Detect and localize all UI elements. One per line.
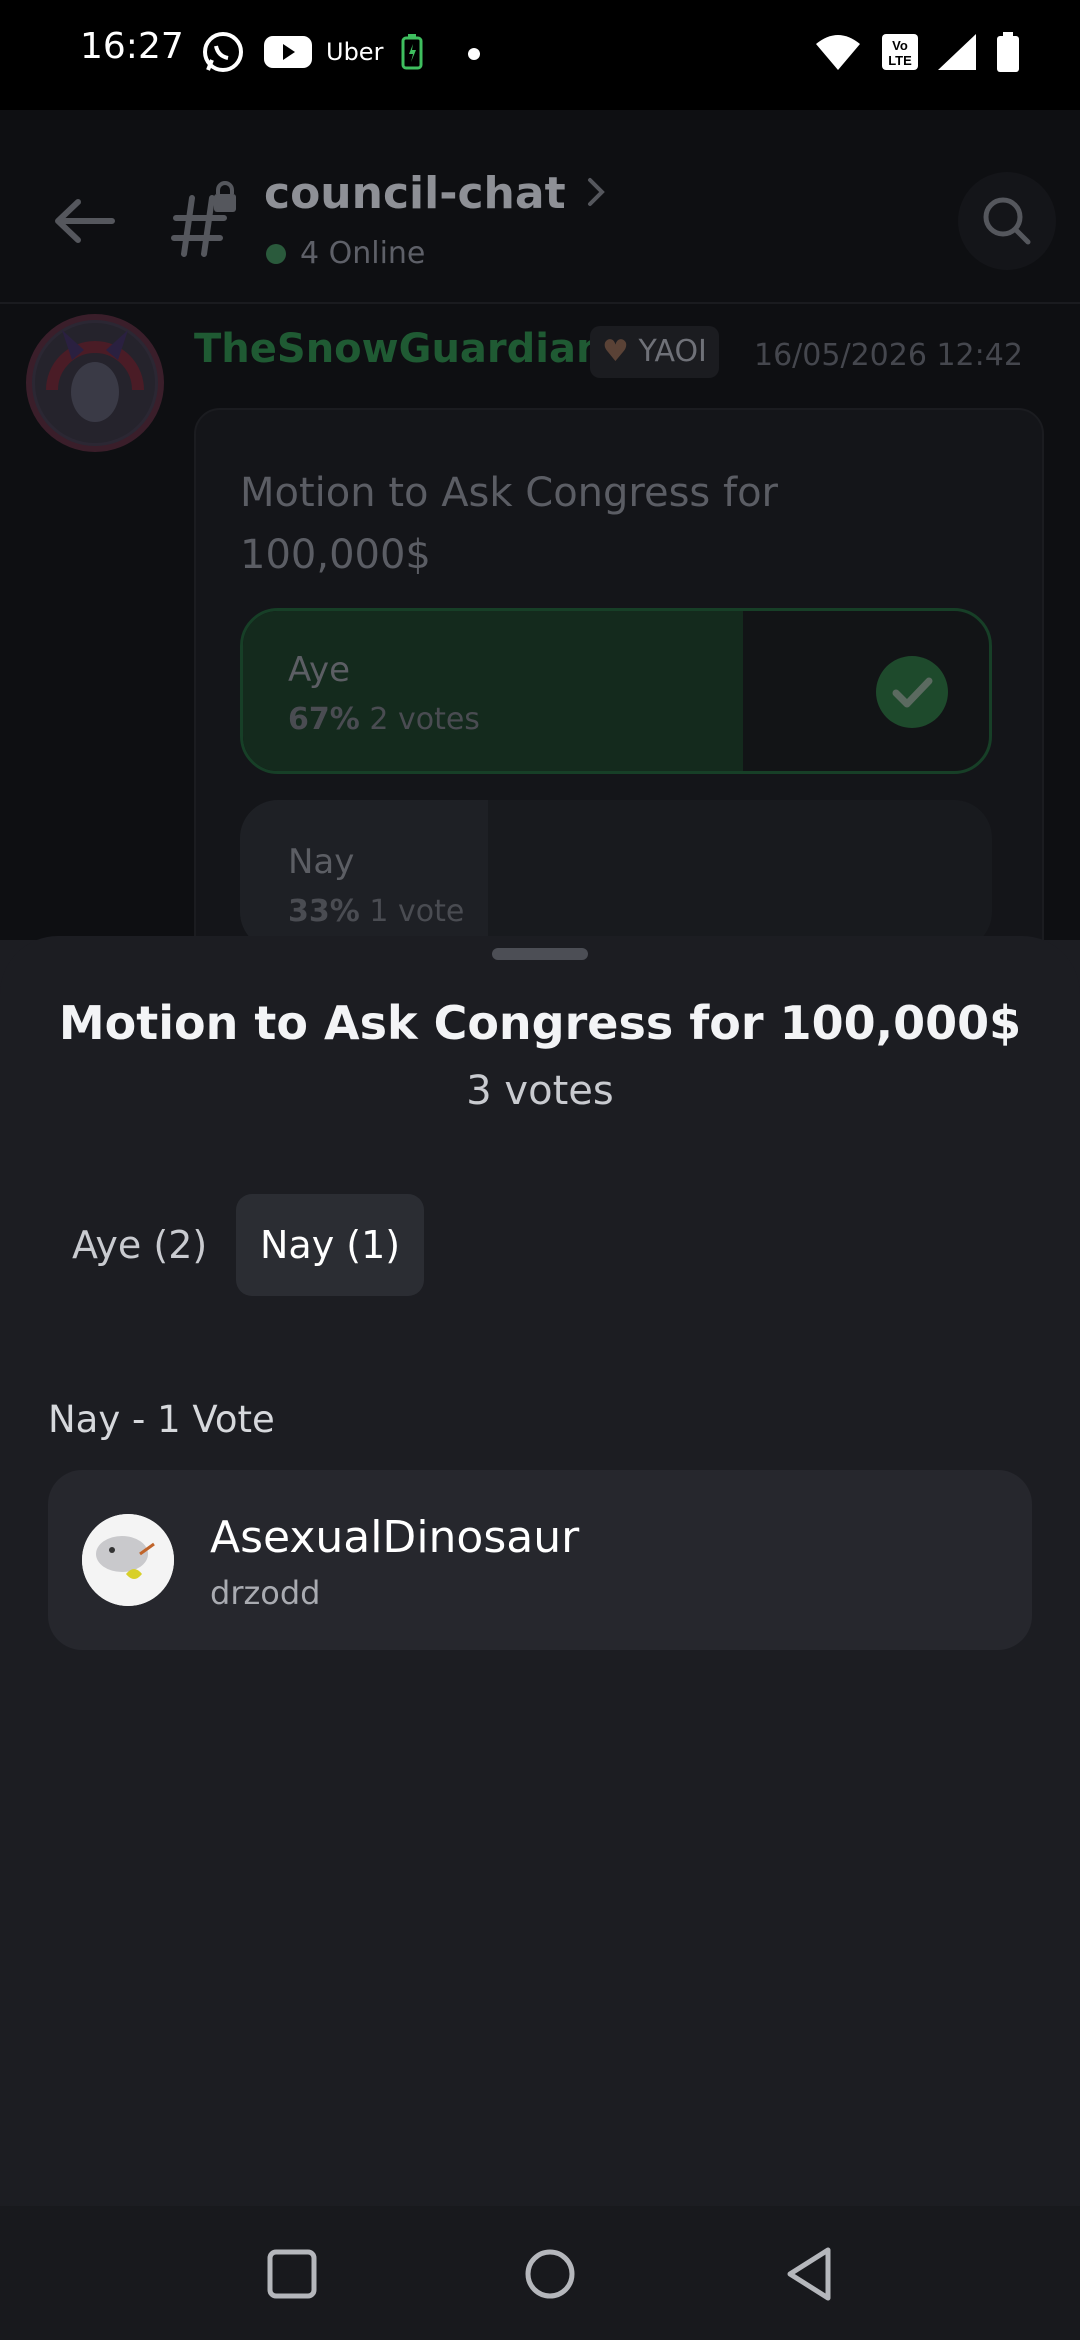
guild-tag-label: YAOI <box>638 334 707 369</box>
volte-icon: Vo LTE <box>882 34 918 70</box>
voter-avatar-art <box>82 1514 174 1606</box>
section-heading: Nay - 1 Vote <box>48 1398 275 1441</box>
battery-icon <box>997 32 1019 72</box>
poll-option-aye-fill <box>243 611 743 771</box>
poll-option-nay-votes: 1 vote <box>369 894 465 929</box>
check-mark <box>892 677 933 708</box>
search-button[interactable] <box>958 172 1056 270</box>
voter-username: drzodd <box>210 1574 321 1612</box>
uber-label: Uber <box>326 38 384 66</box>
poll-question: Motion to Ask Congress for 100,000$ <box>240 470 778 578</box>
hash-lock-icon <box>171 181 236 257</box>
author-name[interactable]: TheSnowGuardian <box>194 326 604 372</box>
wifi-icon <box>816 35 860 70</box>
sheet-drag-handle[interactable] <box>492 948 588 960</box>
svg-text:Vo: Vo <box>892 38 908 53</box>
dot-icon <box>468 48 480 60</box>
poll-option-nay-percent: 33% <box>288 894 360 929</box>
search-icon <box>983 197 1031 245</box>
tab-aye[interactable]: Aye (2) <box>48 1194 231 1296</box>
whatsapp-icon <box>203 32 243 72</box>
selected-check-icon <box>876 656 948 728</box>
youtube-icon <box>264 36 312 68</box>
tab-nay[interactable]: Nay (1) <box>236 1194 425 1296</box>
poll-option-nay-result: 33% 1 vote <box>288 894 464 929</box>
online-count: 4 Online <box>300 236 426 271</box>
author-avatar-art <box>35 323 155 443</box>
poll-option-aye-result: 67% 2 votes <box>288 702 480 737</box>
home-circle-icon[interactable] <box>510 2234 590 2314</box>
message-timestamp: 16/05/2026 12:42 <box>754 338 1023 373</box>
channel-name[interactable]: council-chat <box>264 168 566 219</box>
battery-saver-icon <box>401 34 423 70</box>
online-indicator <box>266 244 286 264</box>
signal-icon <box>938 34 976 70</box>
back-triangle-icon[interactable] <box>770 2234 850 2314</box>
status-time: 16:27 <box>80 26 184 67</box>
sheet-title: Motion to Ask Congress for 100,000$ <box>58 996 1022 1050</box>
author-avatar[interactable] <box>26 314 164 452</box>
sheet-vote-count: 3 votes <box>466 1068 614 1114</box>
poll-option-aye-percent: 67% <box>288 702 360 737</box>
guild-tag: ♥ YAOI <box>590 326 719 378</box>
poll-option-nay-label: Nay <box>288 842 355 882</box>
recents-square-icon[interactable] <box>252 2234 332 2314</box>
poll-option-aye-label: Aye <box>288 650 350 690</box>
back-arrow-icon[interactable] <box>52 196 116 246</box>
poll-option-aye-votes: 2 votes <box>369 702 480 737</box>
chevron-right-icon <box>588 178 605 206</box>
svg-text:LTE: LTE <box>888 53 912 68</box>
voter-display-name: AsexualDinosaur <box>210 1512 580 1563</box>
voter-avatar <box>82 1514 174 1606</box>
heart-icon: ♥ <box>602 334 629 369</box>
